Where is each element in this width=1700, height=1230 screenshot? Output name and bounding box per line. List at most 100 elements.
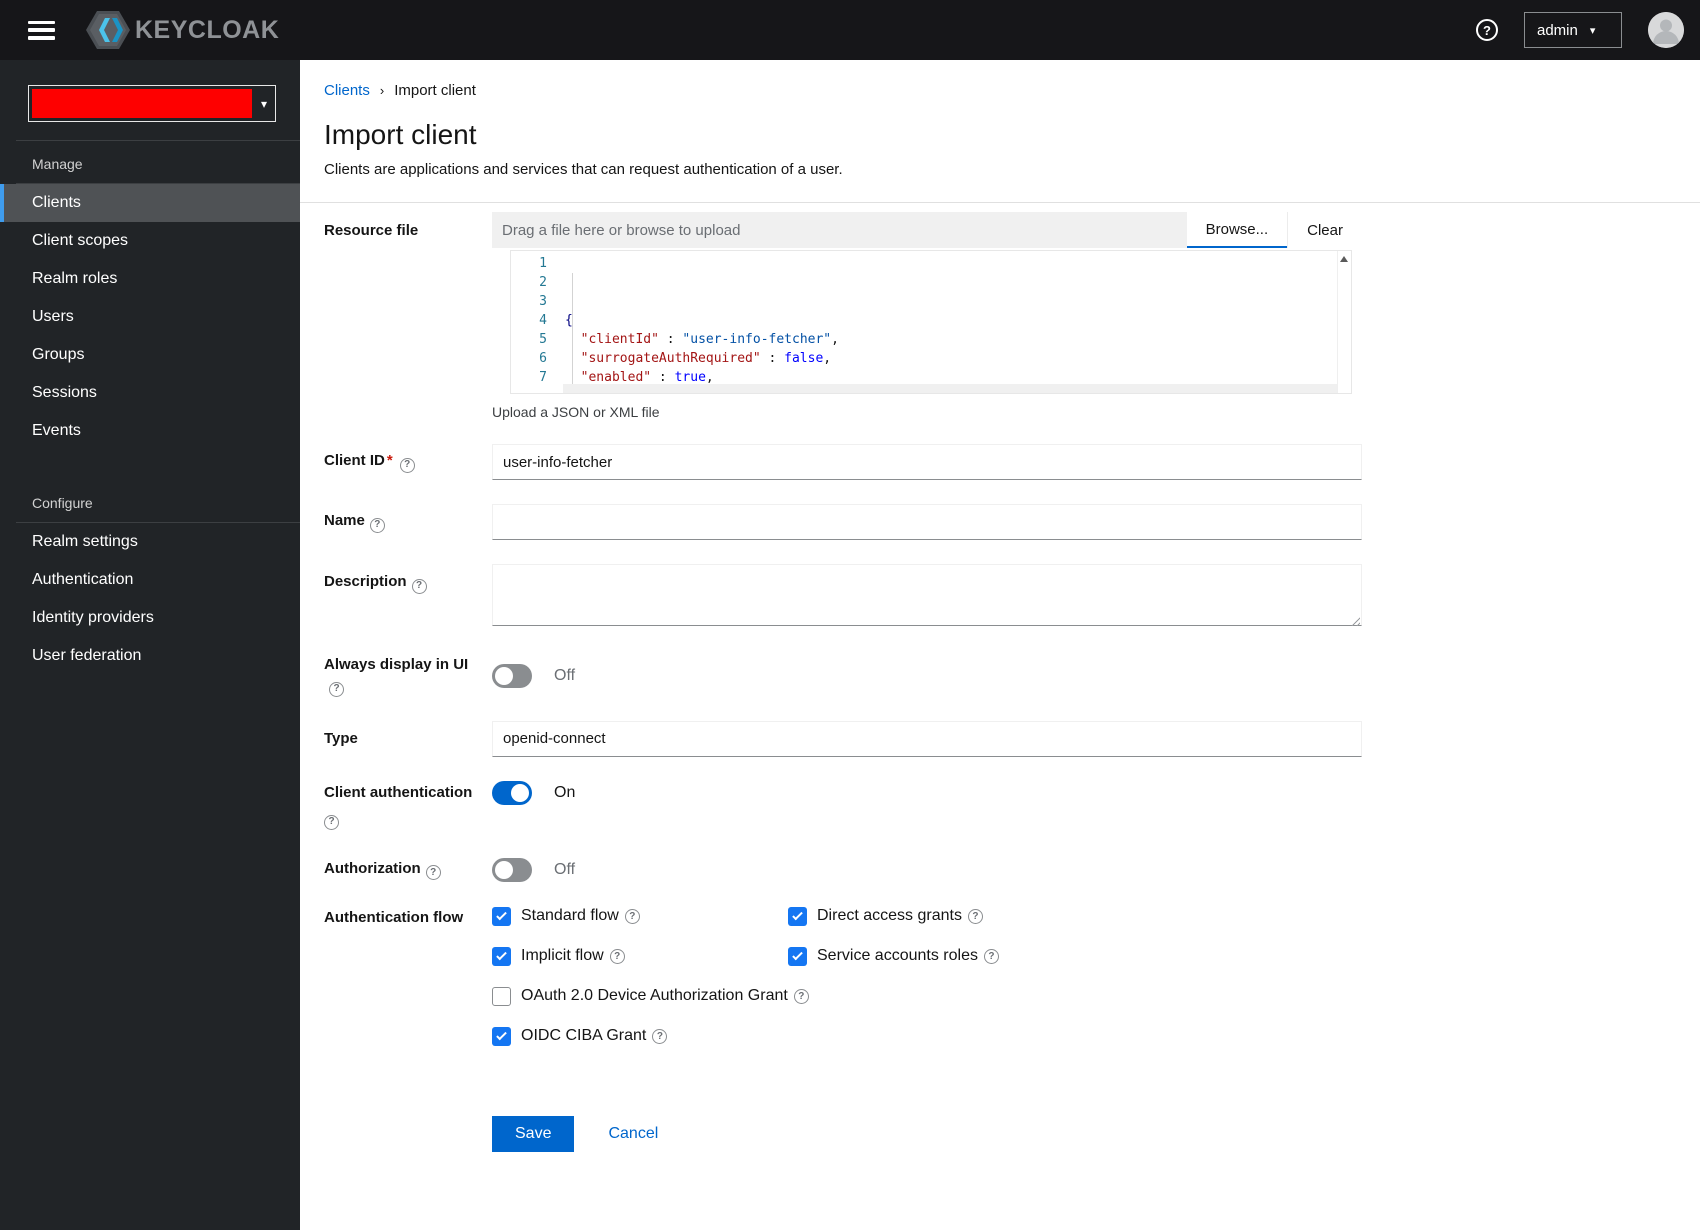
toggle-state-text: Off: [554, 860, 576, 878]
sidebar-item-users[interactable]: Users: [0, 298, 300, 336]
sidebar-item-realm-roles[interactable]: Realm roles: [0, 260, 300, 298]
description-row: Description?: [324, 564, 1700, 631]
oauth-2-0-device-authorization-grant-checkbox[interactable]: [492, 986, 511, 1006]
help-icon[interactable]: ?: [967, 908, 983, 924]
breadcrumb: Clients › Import client: [324, 82, 1700, 99]
auth-flow-row: Authentication flow Standard flow? Direct…: [324, 906, 1700, 1046]
masthead: KEYCLOAK ? admin ▾: [0, 0, 1700, 60]
help-icon[interactable]: ?: [369, 517, 385, 533]
chevron-down-icon: ▾: [260, 96, 267, 111]
page-subtitle: Clients are applications and services th…: [324, 161, 843, 178]
always-display-label: Always display in UI: [324, 656, 469, 673]
editor-scrollbar[interactable]: [1337, 251, 1351, 393]
divider: [300, 202, 1700, 203]
auth-flow-option-implicit-flow: Implicit flow?: [492, 946, 788, 966]
client-id-row: Client ID *?: [324, 444, 1700, 480]
cancel-link[interactable]: Cancel: [608, 1125, 658, 1143]
help-icon[interactable]: ?: [983, 948, 999, 964]
breadcrumb-current: Import client: [394, 82, 476, 99]
help-icon[interactable]: ?: [1476, 19, 1498, 41]
help-icon[interactable]: ?: [425, 865, 441, 881]
toggle-state-text: Off: [554, 666, 576, 684]
always-display-toggle[interactable]: [492, 663, 532, 688]
authorization-toggle[interactable]: [492, 857, 532, 882]
name-label: Name: [324, 512, 365, 530]
standard-flow-checkbox[interactable]: [492, 906, 511, 926]
oidc-ciba-grant-checkbox[interactable]: [492, 1026, 511, 1046]
sidebar-item-identity-providers[interactable]: Identity providers: [0, 599, 300, 637]
auth-flow-option-direct-access-grants: Direct access grants?: [788, 906, 1362, 926]
sidebar-item-groups[interactable]: Groups: [0, 336, 300, 374]
type-input[interactable]: [492, 720, 1362, 757]
resource-file-row: Resource file Drag a file here or browse…: [324, 212, 1700, 420]
sidebar-item-events[interactable]: Events: [0, 412, 300, 450]
editor-line-numbers: 1234567: [539, 256, 547, 385]
implicit-flow-checkbox[interactable]: [492, 946, 511, 966]
type-row: Type: [324, 720, 1700, 757]
file-drop-zone[interactable]: Drag a file here or browse to upload: [492, 212, 1187, 248]
indent-guide: [572, 273, 573, 387]
auth-flow-option-oauth-2-0-device-authorization-grant: OAuth 2.0 Device Authorization Grant?: [492, 986, 1362, 1006]
checkbox-label: OAuth 2.0 Device Authorization Grant: [521, 987, 788, 1004]
chevron-right-icon: ›: [379, 83, 385, 98]
sidebar-item-client-scopes[interactable]: Client scopes: [0, 222, 300, 260]
authorization-row: Authorization? Off: [324, 857, 1700, 882]
file-upload: Drag a file here or browse to upload Bro…: [492, 212, 1362, 248]
nav-toggle-icon[interactable]: [28, 20, 55, 40]
chevron-down-icon: ▾: [1589, 24, 1596, 37]
username: admin: [1537, 21, 1578, 39]
editor-code[interactable]: { "clientId" : "user-info-fetcher", "sur…: [559, 251, 1351, 393]
realm-name-redacted: [32, 89, 252, 118]
sidebar-item-clients[interactable]: Clients: [0, 184, 300, 222]
keycloak-logo: KEYCLOAK: [85, 10, 279, 50]
description-label: Description: [324, 573, 407, 590]
service-accounts-roles-checkbox[interactable]: [788, 946, 807, 966]
breadcrumb-clients-link[interactable]: Clients: [324, 82, 370, 99]
sidebar-item-user-federation[interactable]: User federation: [0, 637, 300, 675]
sidebar-item-sessions[interactable]: Sessions: [0, 374, 300, 412]
realm-selector[interactable]: ▾: [28, 85, 276, 122]
editor-hscrollbar[interactable]: [563, 384, 1337, 393]
keycloak-logo-icon: [86, 11, 130, 49]
nav-section-configure: Configure: [32, 495, 93, 511]
help-icon[interactable]: ?: [793, 988, 809, 1004]
toggle-state-text: On: [554, 783, 576, 801]
scroll-up-icon[interactable]: [1340, 256, 1348, 262]
authorization-label: Authorization: [324, 859, 421, 877]
client-auth-row: Client authentication ? On: [324, 780, 1700, 830]
help-icon[interactable]: ?: [624, 908, 640, 924]
name-input[interactable]: [492, 504, 1362, 540]
user-avatar-icon: [1648, 12, 1684, 48]
help-icon[interactable]: ?: [329, 681, 344, 697]
upload-helper-text: Upload a JSON or XML file: [492, 404, 660, 420]
sidebar-item-realm-settings[interactable]: Realm settings: [0, 523, 300, 561]
client-id-label: Client ID: [324, 452, 385, 470]
main-content: Clients › Import client Import client Cl…: [300, 60, 1700, 1230]
checkbox-label: Direct access grants: [817, 907, 962, 924]
help-icon[interactable]: ?: [399, 457, 415, 473]
code-editor[interactable]: 1234567 { "clientId" : "user-info-fetche…: [510, 250, 1352, 394]
direct-access-grants-checkbox[interactable]: [788, 906, 807, 926]
help-icon[interactable]: ?: [324, 814, 339, 830]
sidebar-item-authentication[interactable]: Authentication: [0, 561, 300, 599]
client-auth-toggle[interactable]: [492, 780, 532, 805]
actions-row: Save Cancel: [324, 1070, 1700, 1152]
description-textarea[interactable]: [492, 564, 1362, 626]
sidebar: ▾ Manage Clients Client scopes Realm roles U…: [0, 60, 300, 1230]
help-icon[interactable]: ?: [411, 578, 427, 594]
help-icon[interactable]: ?: [652, 1028, 668, 1044]
save-button[interactable]: Save: [492, 1115, 575, 1152]
browse-button[interactable]: Browse...: [1186, 212, 1288, 248]
clear-button[interactable]: Clear: [1287, 212, 1362, 248]
page-title: Import client: [324, 119, 477, 150]
user-dropdown[interactable]: admin ▾: [1524, 12, 1622, 48]
avatar[interactable]: [1648, 12, 1684, 48]
required-asterisk: *: [386, 452, 393, 470]
auth-flow-option-oidc-ciba-grant: OIDC CIBA Grant?: [492, 1026, 1362, 1046]
help-icon[interactable]: ?: [609, 948, 625, 964]
client-auth-label: Client authentication: [324, 783, 473, 801]
name-row: Name?: [324, 504, 1700, 540]
client-id-input[interactable]: [492, 444, 1362, 480]
import-client-form: Resource file Drag a file here or browse…: [324, 212, 1700, 1152]
always-display-row: Always display in UI? Off: [324, 655, 1700, 697]
